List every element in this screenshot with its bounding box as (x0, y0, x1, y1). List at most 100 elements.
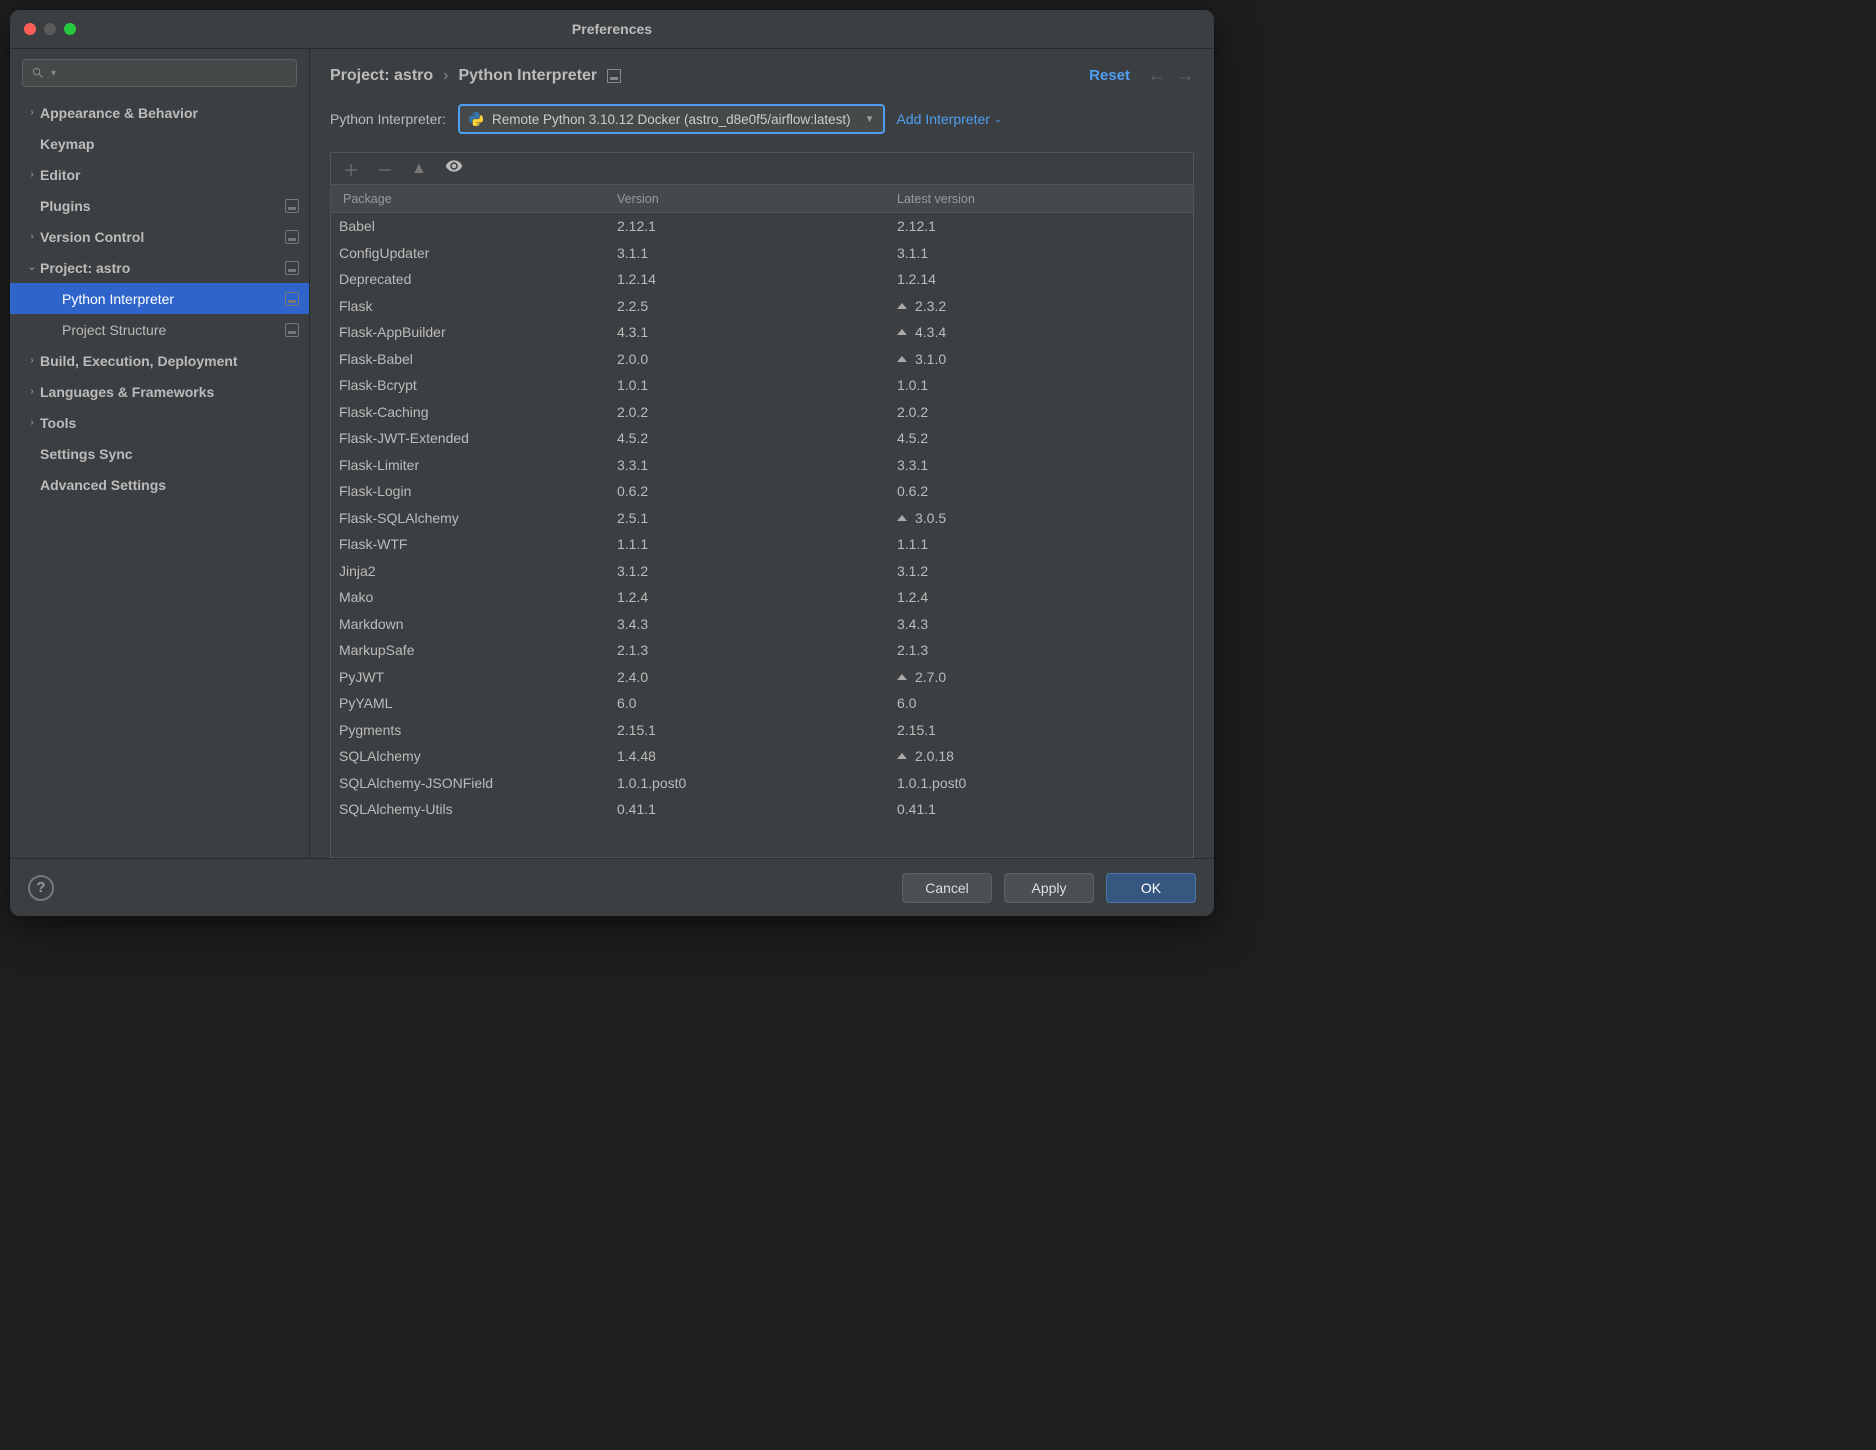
table-row[interactable]: Flask-WTF1.1.11.1.1 (331, 531, 1193, 558)
table-row[interactable]: SQLAlchemy-Utils0.41.10.41.1 (331, 796, 1193, 823)
table-row[interactable]: Flask-AppBuilder4.3.14.3.4 (331, 319, 1193, 346)
forward-icon[interactable]: → (1176, 65, 1194, 86)
cell-latest: 0.41.1 (891, 801, 1193, 817)
remove-package-icon[interactable]: － (377, 157, 393, 181)
table-row[interactable]: ConfigUpdater3.1.13.1.1 (331, 240, 1193, 267)
cell-version: 1.0.1 (611, 377, 891, 393)
sidebar-item[interactable]: ›Appearance & Behavior (10, 97, 309, 128)
cell-latest: 1.2.4 (891, 589, 1193, 605)
settings-tree: ›Appearance & BehaviorKeymap›EditorPlugi… (10, 93, 309, 858)
cell-latest: 1.2.14 (891, 271, 1193, 287)
breadcrumb: Project: astro › Python Interpreter (330, 67, 621, 85)
table-row[interactable]: Jinja23.1.23.1.2 (331, 558, 1193, 585)
sidebar-item-label: Version Control (40, 229, 285, 245)
cell-version: 4.3.1 (611, 324, 891, 340)
ok-button[interactable]: OK (1106, 873, 1196, 903)
table-row[interactable]: PyYAML6.06.0 (331, 690, 1193, 717)
table-row[interactable]: Flask-JWT-Extended4.5.24.5.2 (331, 425, 1193, 452)
cell-version: 2.15.1 (611, 722, 891, 738)
cell-package: Flask-WTF (331, 536, 611, 552)
table-row[interactable]: Markdown3.4.33.4.3 (331, 611, 1193, 638)
table-row[interactable]: Flask-Login0.6.20.6.2 (331, 478, 1193, 505)
sidebar-item[interactable]: Keymap (10, 128, 309, 159)
header: Project: astro › Python Interpreter Rese… (310, 49, 1214, 96)
add-interpreter-button[interactable]: Add Interpreter ⌄ (897, 111, 1003, 127)
sidebar-item[interactable]: Project Structure (10, 314, 309, 345)
col-header-latest[interactable]: Latest version (891, 185, 1193, 212)
sidebar-item[interactable]: Advanced Settings (10, 469, 309, 500)
add-package-icon[interactable]: ＋ (343, 157, 359, 181)
apply-button[interactable]: Apply (1004, 873, 1094, 903)
sidebar-item-label: Python Interpreter (62, 291, 285, 307)
cell-version: 1.1.1 (611, 536, 891, 552)
cell-package: Flask-Login (331, 483, 611, 499)
cell-version: 6.0 (611, 695, 891, 711)
table-row[interactable]: SQLAlchemy-JSONField1.0.1.post01.0.1.pos… (331, 770, 1193, 797)
table-row[interactable]: Flask-Limiter3.3.13.3.1 (331, 452, 1193, 479)
interpreter-select[interactable]: Remote Python 3.10.12 Docker (astro_d8e0… (458, 104, 885, 134)
table-row[interactable]: Flask2.2.52.3.2 (331, 293, 1193, 320)
table-row[interactable]: Flask-Bcrypt1.0.11.0.1 (331, 372, 1193, 399)
show-early-releases-icon[interactable] (445, 157, 463, 180)
sidebar-item[interactable]: Plugins (10, 190, 309, 221)
sidebar-item[interactable]: ⌄Project: astro (10, 252, 309, 283)
cell-package: Flask-AppBuilder (331, 324, 611, 340)
cell-version: 2.4.0 (611, 669, 891, 685)
sidebar-item[interactable]: ›Tools (10, 407, 309, 438)
table-row[interactable]: PyJWT2.4.02.7.0 (331, 664, 1193, 691)
cancel-button[interactable]: Cancel (902, 873, 992, 903)
cell-latest: 1.0.1.post0 (891, 775, 1193, 791)
chevron-down-icon: ⌄ (994, 114, 1002, 125)
sidebar-item[interactable]: ›Version Control (10, 221, 309, 252)
restore-icon[interactable] (607, 69, 621, 83)
sidebar-item-label: Editor (40, 167, 299, 183)
help-button[interactable]: ? (28, 875, 54, 901)
upgrade-package-icon[interactable]: ▲ (411, 160, 427, 178)
chevron-right-icon: › (24, 386, 40, 397)
preferences-window: Preferences ▾ ›Appearance & BehaviorKeym… (10, 10, 1214, 916)
cell-latest: 2.1.3 (891, 642, 1193, 658)
cell-version: 1.2.4 (611, 589, 891, 605)
titlebar: Preferences (10, 10, 1214, 48)
chevron-right-icon: › (24, 417, 40, 428)
breadcrumb-root[interactable]: Project: astro (330, 67, 433, 85)
table-row[interactable]: MarkupSafe2.1.32.1.3 (331, 637, 1193, 664)
table-row[interactable]: Pygments2.15.12.15.1 (331, 717, 1193, 744)
table-row[interactable]: Mako1.2.41.2.4 (331, 584, 1193, 611)
reset-button[interactable]: Reset (1089, 67, 1130, 84)
table-row[interactable]: Flask-SQLAlchemy2.5.13.0.5 (331, 505, 1193, 532)
col-header-package[interactable]: Package (331, 185, 611, 212)
sidebar-item[interactable]: Python Interpreter (10, 283, 309, 314)
breadcrumb-sep: › (443, 67, 448, 85)
cell-latest: 2.12.1 (891, 218, 1193, 234)
interpreter-value: Remote Python 3.10.12 Docker (astro_d8e0… (492, 112, 851, 127)
cell-package: PyJWT (331, 669, 611, 685)
sidebar-item-label: Settings Sync (40, 446, 299, 462)
sidebar-item-label: Project Structure (62, 322, 285, 338)
col-header-version[interactable]: Version (611, 185, 891, 212)
packages-toolbar: ＋ － ▲ (331, 153, 1193, 185)
sidebar-item[interactable]: ›Languages & Frameworks (10, 376, 309, 407)
search-input[interactable]: ▾ (22, 59, 297, 87)
interpreter-row: Python Interpreter: Remote Python 3.10.1… (310, 96, 1214, 148)
table-row[interactable]: Babel2.12.12.12.1 (331, 213, 1193, 240)
table-row[interactable]: SQLAlchemy1.4.482.0.18 (331, 743, 1193, 770)
back-icon[interactable]: ← (1148, 65, 1166, 86)
cell-package: MarkupSafe (331, 642, 611, 658)
sidebar-item[interactable]: Settings Sync (10, 438, 309, 469)
cell-package: Deprecated (331, 271, 611, 287)
sidebar-item[interactable]: ›Editor (10, 159, 309, 190)
table-row[interactable]: Flask-Caching2.0.22.0.2 (331, 399, 1193, 426)
table-row[interactable]: Deprecated1.2.141.2.14 (331, 266, 1193, 293)
python-icon (468, 111, 484, 127)
cell-version: 3.3.1 (611, 457, 891, 473)
footer: ? Cancel Apply OK (10, 858, 1214, 916)
table-row[interactable]: Flask-Babel2.0.03.1.0 (331, 346, 1193, 373)
upgrade-available-icon (897, 674, 907, 680)
chevron-down-icon: ▼ (865, 114, 875, 125)
sidebar-item[interactable]: ›Build, Execution, Deployment (10, 345, 309, 376)
upgrade-available-icon (897, 329, 907, 335)
project-scope-icon (285, 292, 299, 306)
sidebar-item-label: Languages & Frameworks (40, 384, 299, 400)
cell-latest: 4.3.4 (891, 324, 1193, 340)
